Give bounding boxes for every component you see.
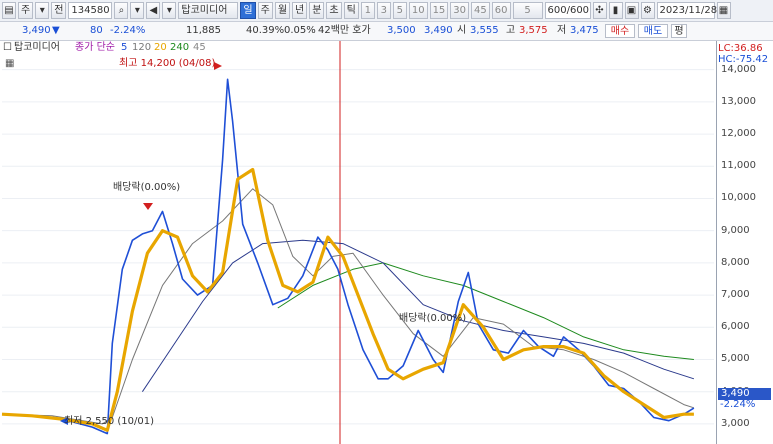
low-annotation: 최저 2,550 (10/01)	[64, 416, 155, 427]
ma-5-line	[1, 78, 695, 435]
ma-20-line	[1, 167, 694, 432]
price-chart[interactable]	[0, 0, 773, 444]
price-tick-label: 13,000	[721, 95, 756, 107]
price-tick-label: 6,000	[721, 321, 750, 333]
price-tick-label: 12,000	[721, 128, 756, 140]
price-tick-label: 3,000	[721, 417, 750, 429]
price-tick-label: 10,000	[721, 192, 756, 204]
dividend-arrow-icon	[143, 203, 153, 210]
price-tick-label: 14,000	[721, 63, 756, 75]
dividend-annotation-1: 배당락(0.00%)	[113, 182, 181, 193]
current-change-label: -2.24%	[720, 399, 756, 410]
dividend-annotation-2: 배당락(0.00%)	[399, 313, 467, 324]
price-tick-label: 5,000	[721, 353, 750, 365]
price-tick-label: 9,000	[721, 224, 750, 236]
high-annotation: 최고 14,200 (04/08)	[119, 58, 216, 69]
price-tick-label: 8,000	[721, 256, 750, 268]
lc-label: LC:36.86	[718, 43, 763, 54]
price-tick-label: 7,000	[721, 289, 750, 301]
price-tick-label: 11,000	[721, 160, 756, 172]
